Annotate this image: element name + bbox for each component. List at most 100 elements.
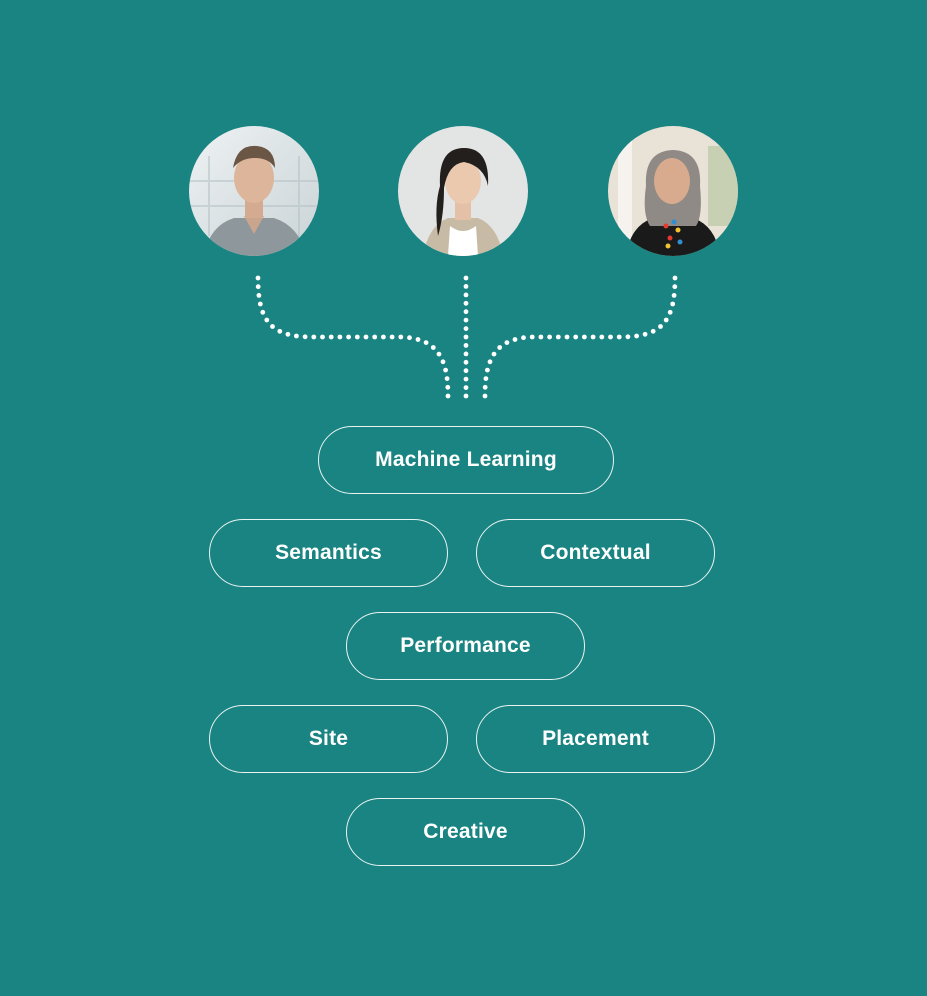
tag-label: Semantics [275, 541, 382, 564]
connector-dot [440, 359, 446, 365]
connector-center [463, 275, 469, 399]
tag-performance[interactable]: Performance [346, 612, 585, 680]
connector-dot [608, 334, 613, 340]
connector-dot [634, 333, 639, 339]
connector-dot [337, 334, 343, 340]
connector-dot [270, 324, 275, 329]
connector-dot [389, 334, 395, 340]
connector-dot [663, 317, 669, 323]
connector-dot [487, 359, 493, 365]
connector-dot [255, 275, 261, 281]
connector-dot [482, 393, 488, 399]
connector-dot [616, 334, 622, 340]
tag-label: Contextual [540, 541, 651, 564]
connector-dot [444, 376, 450, 381]
connector-dot [277, 328, 283, 334]
connector-dot [482, 384, 488, 390]
tag-placement[interactable]: Placement [476, 705, 715, 773]
connector-dot [463, 317, 469, 323]
connector-dot [463, 284, 469, 289]
connector-dot [483, 376, 489, 381]
connector-dot [672, 284, 678, 290]
connector-dot [372, 334, 378, 340]
connector-dot [320, 334, 325, 340]
connector-dot [285, 331, 291, 337]
connector-dot [573, 334, 579, 340]
connector-dot [491, 351, 497, 357]
connector-dot [445, 384, 451, 390]
tag-contextual[interactable]: Contextual [476, 519, 715, 587]
connector-dot [670, 301, 676, 307]
connector-dot [590, 334, 596, 340]
connector-dot [463, 393, 469, 399]
connector-dot [443, 367, 448, 373]
connector-dot [354, 334, 360, 340]
connector-dot [463, 343, 469, 348]
tag-semantics[interactable]: Semantics [209, 519, 448, 587]
connector-dot [328, 334, 334, 340]
tag-label: Creative [423, 820, 508, 843]
connector-dot [463, 359, 469, 365]
connector-dot [650, 328, 656, 334]
portrait-woman-icon [398, 126, 528, 256]
connector-dot [407, 335, 412, 341]
avatar-person-3 [608, 126, 738, 256]
connector-dot [599, 334, 605, 340]
connector-dot [463, 326, 469, 331]
connector-dot [547, 334, 552, 340]
connector-dot [521, 335, 526, 341]
portrait-older-woman-icon [608, 126, 738, 256]
connector-dot [642, 331, 648, 337]
connector-dot [504, 340, 510, 345]
tag-label: Performance [400, 634, 531, 657]
connector-right [482, 275, 678, 399]
connector-dot [463, 351, 469, 357]
connector-dot [463, 292, 469, 298]
connector-dot [485, 367, 490, 373]
connector-dot [302, 334, 308, 340]
avatar-person-2 [398, 126, 528, 256]
avatar-person-1 [189, 126, 319, 256]
connector-dot [398, 334, 404, 340]
connector-dot [260, 309, 266, 315]
connector-dot [512, 337, 518, 342]
connector-dot [294, 333, 299, 339]
connector-dot [463, 275, 469, 281]
connector-dot [381, 334, 386, 340]
connector-dot [423, 340, 429, 345]
connector-dot [463, 334, 469, 340]
connector-dot [463, 309, 469, 315]
connector-dot [625, 334, 631, 340]
connector-dot [257, 301, 263, 307]
tag-label: Placement [542, 727, 649, 750]
connector-left [255, 275, 451, 399]
connector-dot [564, 334, 570, 340]
connector-dot [256, 293, 262, 298]
tag-site[interactable]: Site [209, 705, 448, 773]
connector-dot [538, 334, 544, 340]
tag-machine-learning[interactable]: Machine Learning [318, 426, 614, 494]
connector-dot [658, 324, 663, 329]
connector-dot [671, 293, 677, 298]
connector-dot [463, 385, 469, 390]
connector-dot [311, 334, 317, 340]
connector-dot [264, 317, 270, 323]
connector-dot [463, 300, 469, 306]
tag-creative[interactable]: Creative [346, 798, 585, 866]
connector-dot [430, 345, 436, 350]
connector-dot [445, 393, 451, 399]
connector-dot [667, 309, 673, 315]
connector-dot [529, 334, 535, 340]
connector-dot [346, 334, 351, 340]
connector-dot [436, 351, 442, 357]
connector-dot [363, 334, 369, 340]
portrait-man-icon [189, 126, 319, 256]
connector-dot [672, 275, 678, 281]
tag-label: Machine Learning [375, 448, 557, 471]
connector-dot [555, 334, 561, 340]
connector-dot [497, 345, 503, 350]
tag-label: Site [308, 727, 349, 750]
connector-dot [415, 337, 421, 342]
connector-dot [463, 368, 469, 374]
connector-dot [255, 284, 261, 290]
